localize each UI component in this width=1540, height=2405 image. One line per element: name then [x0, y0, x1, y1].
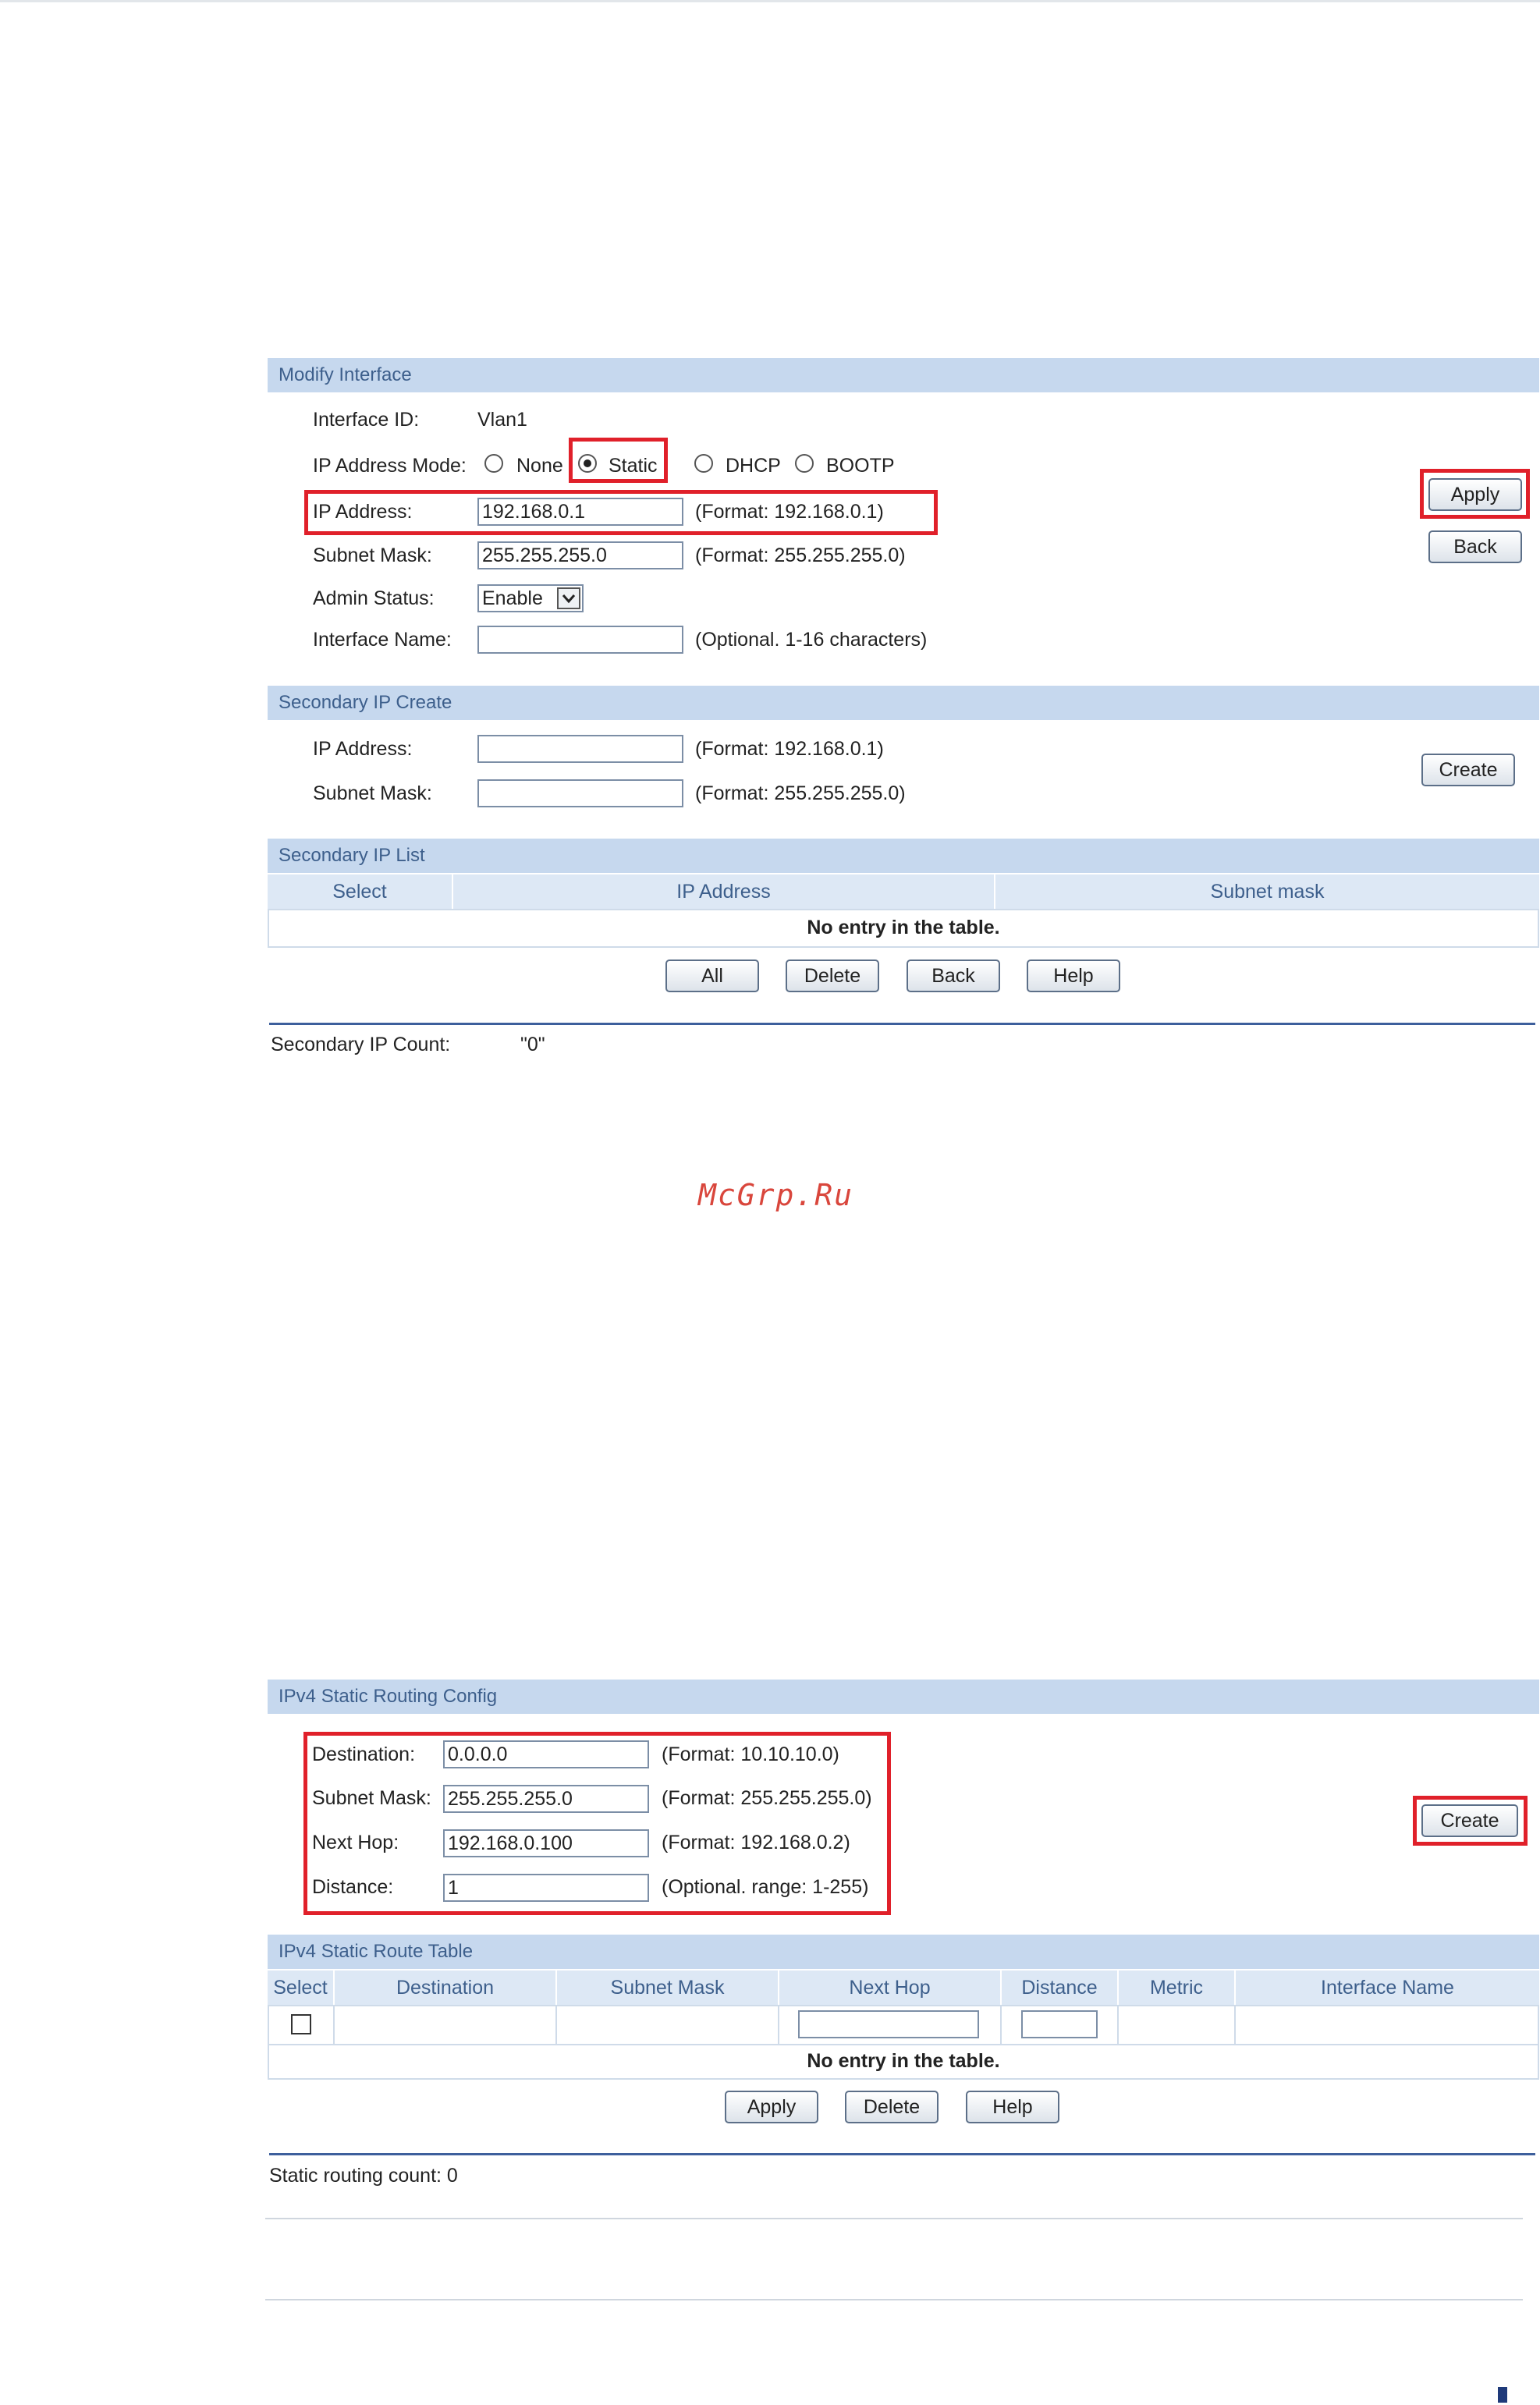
panel-title: IPv4 Static Routing Config [268, 1680, 1539, 1714]
route-empty-message: No entry in the table. [807, 2050, 1000, 2072]
page-marker [1498, 2387, 1507, 2403]
mode-dhcp-label: DHCP [726, 455, 781, 477]
watermark-logo: McGrp.Ru [698, 1178, 854, 1212]
modify-interface-panel: Modify Interface [268, 358, 1539, 392]
admin-status-select[interactable]: Enable [477, 584, 584, 612]
admin-status-label: Admin Status: [313, 587, 435, 609]
route-apply-button[interactable]: Apply [725, 2091, 818, 2123]
mode-bootp-label: BOOTP [826, 455, 895, 477]
mode-dhcp-radio[interactable] [694, 454, 713, 473]
column-header-mask: Subnet mask [1210, 881, 1325, 903]
interface-name-input[interactable] [477, 626, 683, 654]
secondary-ip-create-panel: Secondary IP Create [268, 686, 1539, 720]
secondary-count-value: "0" [520, 1034, 545, 1055]
column-header-ip: IP Address [453, 874, 995, 909]
destination-hint: (Format: 10.10.10.0) [662, 1743, 839, 1765]
back-button[interactable]: Back [1428, 530, 1522, 563]
secondary-empty-message: No entry in the table. [807, 917, 1000, 938]
route-table-header: Select Destination Subnet Mask Next Hop … [268, 1970, 1539, 2005]
interface-id-label: Interface ID: [313, 409, 420, 431]
ip-address-hint: (Format: 192.168.0.1) [695, 501, 884, 523]
panel-title: IPv4 Static Route Table [268, 1935, 1539, 1969]
ip-address-input[interactable]: 192.168.0.1 [477, 498, 683, 526]
column-header-subnet-mask: Subnet Mask [557, 1970, 779, 2005]
distance-input[interactable]: 1 [443, 1874, 649, 1902]
distance-edit-input[interactable] [1021, 2010, 1098, 2038]
route-mask-hint: (Format: 255.255.255.0) [662, 1787, 872, 1809]
column-header-interface-name: Interface Name [1321, 1977, 1454, 1999]
route-edit-row [268, 2005, 1539, 2044]
static-routing-count: Static routing count: 0 [269, 2165, 458, 2187]
interface-name-label: Interface Name: [313, 629, 452, 651]
interface-id-value: Vlan1 [477, 409, 527, 431]
secondary-ip-label: IP Address: [313, 738, 413, 760]
column-header-next-hop: Next Hop [779, 1970, 1002, 2005]
ip-mode-label: IP Address Mode: [313, 455, 467, 477]
route-create-button[interactable]: Create [1421, 1804, 1518, 1837]
route-delete-button[interactable]: Delete [845, 2091, 939, 2123]
subnet-mask-label: Subnet Mask: [313, 544, 432, 566]
column-header-select: Select [268, 874, 453, 909]
static-highlight [569, 438, 668, 483]
panel-title: Secondary IP List [268, 839, 1539, 873]
secondary-table-header: Select IP Address Subnet mask [268, 874, 1539, 909]
divider [265, 2299, 1523, 2300]
next-hop-input[interactable]: 192.168.0.100 [443, 1829, 649, 1857]
destination-label: Destination: [312, 1743, 416, 1765]
delete-button[interactable]: Delete [786, 960, 879, 992]
destination-cell [335, 2005, 557, 2044]
secondary-ip-hint: (Format: 192.168.0.1) [695, 738, 884, 760]
admin-status-value: Enable [482, 587, 543, 609]
next-hop-hint: (Format: 192.168.0.2) [662, 1832, 850, 1853]
divider [269, 1023, 1535, 1025]
subnet-mask-hint: (Format: 255.255.255.0) [695, 544, 906, 566]
secondary-mask-hint: (Format: 255.255.255.0) [695, 782, 906, 804]
secondary-ip-list-panel: Secondary IP List [268, 839, 1539, 873]
distance-label: Distance: [312, 1876, 394, 1898]
secondary-mask-input[interactable] [477, 779, 683, 807]
secondary-count-label: Secondary IP Count: [271, 1034, 451, 1055]
apply-button[interactable]: Apply [1428, 478, 1522, 511]
secondary-ip-input[interactable] [477, 735, 683, 763]
mode-bootp-radio[interactable] [795, 454, 814, 473]
destination-input[interactable]: 0.0.0.0 [443, 1740, 649, 1768]
panel-title: Secondary IP Create [268, 686, 1539, 720]
column-header-select: Select [268, 1970, 335, 2005]
interface-name-hint: (Optional. 1-16 characters) [695, 629, 928, 651]
mode-none-label: None [516, 455, 563, 477]
distance-hint: (Optional. range: 1-255) [662, 1876, 869, 1898]
ip-address-label: IP Address: [313, 501, 413, 523]
static-route-table-panel: IPv4 Static Route Table [268, 1935, 1539, 1969]
route-mask-input[interactable]: 255.255.255.0 [443, 1785, 649, 1813]
select-checkbox[interactable] [291, 2014, 311, 2034]
metric-cell [1119, 2005, 1236, 2044]
divider [269, 2153, 1535, 2155]
panel-title: Modify Interface [268, 358, 1539, 392]
route-mask-label: Subnet Mask: [312, 1787, 431, 1809]
column-header-distance: Distance [1002, 1970, 1119, 2005]
next-hop-edit-input[interactable] [798, 2010, 979, 2038]
secondary-mask-label: Subnet Mask: [313, 782, 432, 804]
subnet-mask-input[interactable]: 255.255.255.0 [477, 541, 683, 569]
chevron-down-icon[interactable] [557, 587, 580, 609]
help-button[interactable]: Help [1027, 960, 1120, 992]
list-back-button[interactable]: Back [907, 960, 1000, 992]
divider [265, 2218, 1523, 2219]
select-all-button[interactable]: All [665, 960, 759, 992]
mode-none-radio[interactable] [484, 454, 503, 473]
top-border [0, 0, 1540, 2]
static-routing-config-panel: IPv4 Static Routing Config [268, 1680, 1539, 1714]
column-header-destination: Destination [335, 1970, 557, 2005]
secondary-create-button[interactable]: Create [1421, 754, 1515, 786]
route-help-button[interactable]: Help [966, 2091, 1059, 2123]
next-hop-label: Next Hop: [312, 1832, 399, 1853]
column-header-metric: Metric [1119, 1970, 1236, 2005]
subnet-mask-cell [557, 2005, 779, 2044]
